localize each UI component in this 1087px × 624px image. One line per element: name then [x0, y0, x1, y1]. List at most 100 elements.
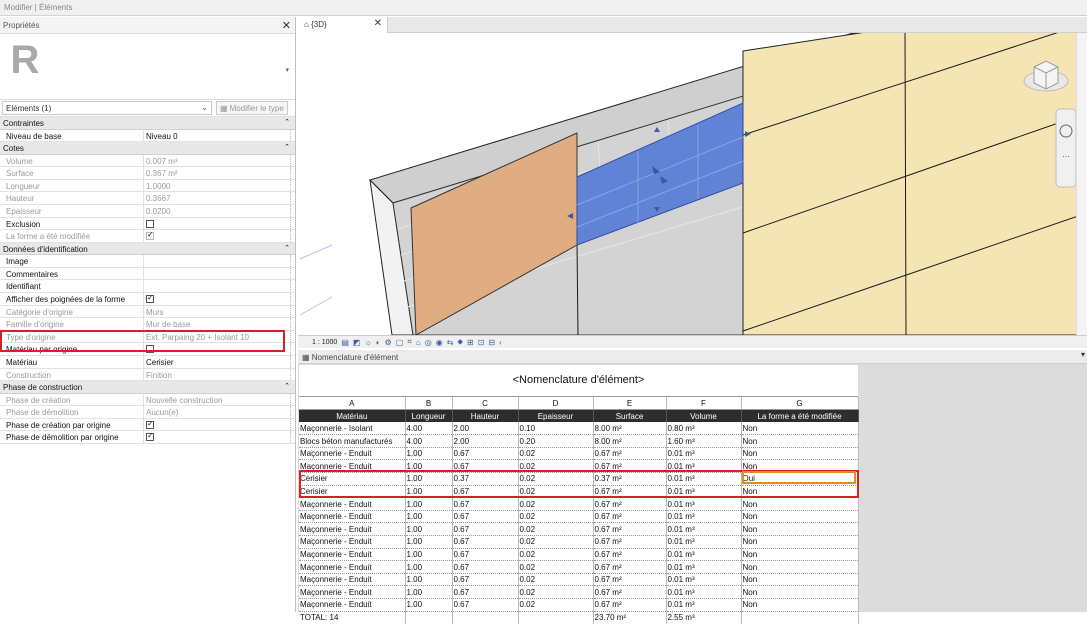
navigation-bar[interactable]: ⋯: [1055, 108, 1077, 188]
table-row-cell[interactable]: 1.00: [405, 447, 453, 461]
table-row-cell[interactable]: 0.01 m³: [666, 497, 742, 511]
table-row-cell[interactable]: 1.00: [405, 522, 453, 537]
table-row-cell[interactable]: Maçonnerie - Enduit: [299, 585, 406, 599]
collapse-icon[interactable]: ⌃: [284, 244, 290, 252]
total-row-cell[interactable]: TOTAL: 14: [299, 611, 406, 624]
total-row-cell[interactable]: [405, 611, 453, 624]
total-row[interactable]: TOTAL: 14 23.70 m² 2.55 m³: [299, 611, 859, 624]
column-letter-row-cell[interactable]: D: [518, 397, 594, 411]
property-value[interactable]: [144, 280, 295, 292]
table-row-cell[interactable]: Maçonnerie - Enduit: [299, 497, 406, 511]
header-row-cell[interactable]: Hauteur: [452, 409, 519, 423]
table-row-cell[interactable]: 2.00: [452, 434, 519, 448]
table-row-cell[interactable]: Non: [741, 548, 859, 562]
column-letter-row-cell[interactable]: C: [452, 397, 519, 411]
table-row-cell[interactable]: 0.67: [452, 585, 519, 599]
header-row-cell[interactable]: Volume: [666, 409, 742, 423]
chevron-down-icon[interactable]: ▾: [285, 66, 289, 74]
schedule-grid[interactable]: A B C D E F G Matériau Longueur Hauteur Epaisseur S…: [299, 397, 859, 624]
table-row-cell[interactable]: 1.00: [405, 573, 453, 587]
table-row-cell[interactable]: 0.01 m³: [666, 535, 742, 549]
table-row-cell[interactable]: 1.00: [405, 497, 453, 511]
table-row[interactable]: Maçonnerie - Enduit 1.00 0.67 0.02 0.67 m² 0.…: [299, 535, 859, 549]
property-checkbox[interactable]: [146, 293, 154, 304]
collapse-icon[interactable]: ⌃: [284, 143, 290, 151]
table-row-cell[interactable]: Maçonnerie - Enduit: [299, 447, 406, 461]
table-row-cell[interactable]: 0.01 m³: [666, 447, 742, 461]
property-checkbox[interactable]: [146, 219, 154, 228]
table-row-cell[interactable]: Maçonnerie - Isolant: [299, 422, 406, 436]
table-row-cell[interactable]: 1.00: [405, 548, 453, 562]
table-row-cell[interactable]: 0.02: [518, 447, 594, 461]
analytical-icon[interactable]: ⊞: [467, 338, 474, 347]
header-row-cell[interactable]: Matériau: [299, 409, 406, 423]
table-row-cell[interactable]: 0.01 m³: [666, 510, 742, 524]
table-row-cell[interactable]: 0.67 m²: [593, 535, 667, 549]
total-row-cell[interactable]: [452, 611, 519, 624]
table-row-cell[interactable]: 0.02: [518, 522, 594, 537]
lock-3d-icon[interactable]: ⌂: [416, 338, 421, 347]
section-header[interactable]: Contraintes ⌃: [0, 117, 295, 130]
highlight-displacement-icon[interactable]: ⊡: [478, 338, 485, 347]
table-row-cell[interactable]: Maçonnerie - Enduit: [299, 510, 406, 524]
close-icon[interactable]: ✕: [282, 19, 291, 32]
table-row-cell[interactable]: 0.67 m²: [593, 585, 667, 599]
table-row-cell[interactable]: Maçonnerie - Enduit: [299, 535, 406, 549]
worksharing-icon[interactable]: ⇆: [447, 338, 454, 347]
property-value[interactable]: [144, 293, 295, 305]
table-row-cell[interactable]: 8.00 m²: [593, 434, 667, 448]
column-letter-row-cell[interactable]: F: [666, 397, 742, 411]
table-row-cell[interactable]: 0.67: [452, 522, 519, 537]
collapse-icon[interactable]: ⌃: [284, 118, 290, 126]
table-row-cell[interactable]: 0.67: [452, 573, 519, 587]
table-row-cell[interactable]: 0.67 m²: [593, 548, 667, 562]
table-row-cell[interactable]: Blocs béton manufacturés: [299, 434, 406, 448]
column-letter-row-cell[interactable]: B: [405, 397, 453, 411]
table-row-cell[interactable]: 0.67 m²: [593, 573, 667, 587]
table-row-cell[interactable]: 0.67: [452, 510, 519, 524]
property-value[interactable]: Niveau 0: [144, 130, 295, 142]
table-row-cell[interactable]: 0.67 m²: [593, 497, 667, 511]
table-row-cell[interactable]: 1.00: [405, 585, 453, 599]
table-row-cell[interactable]: 0.01 m³: [666, 573, 742, 587]
render-icon[interactable]: ⚙: [385, 338, 392, 347]
table-row-cell[interactable]: Non: [741, 447, 859, 461]
table-row[interactable]: Maçonnerie - Enduit 1.00 0.67 0.02 0.67 m² 0.…: [299, 585, 859, 599]
table-row-cell[interactable]: 0.67: [452, 598, 519, 612]
collapse-icon[interactable]: ⌃: [284, 382, 290, 390]
table-row-cell[interactable]: 0.67 m²: [593, 598, 667, 612]
table-row-cell[interactable]: Non: [741, 434, 859, 448]
table-row[interactable]: Maçonnerie - Isolant 4.00 2.00 0.10 8.00 m² 0…: [299, 422, 859, 436]
view-scale[interactable]: 1 : 1000: [312, 339, 337, 346]
table-row-cell[interactable]: Non: [741, 535, 859, 549]
3d-wall-model[interactable]: ⋯: [298, 33, 1087, 335]
property-checkbox[interactable]: [146, 419, 154, 429]
table-row-cell[interactable]: 0.02: [518, 560, 594, 574]
table-row[interactable]: Blocs béton manufacturés 4.00 2.00 0.20 8.00…: [299, 434, 859, 448]
header-row-cell[interactable]: La forme a été modifiée: [741, 409, 859, 423]
property-value[interactable]: [144, 268, 295, 280]
section-header[interactable]: Phase de construction ⌃: [0, 381, 295, 394]
table-row-cell[interactable]: Non: [741, 522, 859, 537]
property-value[interactable]: Cerisier: [144, 356, 295, 368]
table-row-cell[interactable]: Maçonnerie - Enduit: [299, 573, 406, 587]
table-row-cell[interactable]: Maçonnerie - Enduit: [299, 522, 406, 537]
table-row[interactable]: Maçonnerie - Enduit 1.00 0.67 0.02 0.67 m² 0.…: [299, 497, 859, 511]
crop-region-icon[interactable]: ⌗: [407, 337, 412, 347]
table-row-cell[interactable]: Non: [741, 422, 859, 436]
table-row-cell[interactable]: 0.01 m³: [666, 548, 742, 562]
table-row-cell[interactable]: 0.02: [518, 510, 594, 524]
property-value[interactable]: [144, 218, 295, 230]
total-row-cell[interactable]: [741, 611, 859, 624]
shadows-icon[interactable]: ◐: [376, 338, 381, 347]
sun-path-icon[interactable]: ☼: [364, 338, 371, 347]
header-row-cell[interactable]: Surface: [593, 409, 667, 423]
header-row[interactable]: Matériau Longueur Hauteur Epaisseur Surface V…: [299, 409, 859, 423]
column-letter-row-cell[interactable]: E: [593, 397, 667, 411]
table-row-cell[interactable]: 0.02: [518, 535, 594, 549]
table-row-cell[interactable]: Maçonnerie - Enduit: [299, 598, 406, 612]
visual-style-icon[interactable]: ◩: [353, 338, 361, 347]
table-row-cell[interactable]: Maçonnerie - Enduit: [299, 548, 406, 562]
table-row-cell[interactable]: 0.67 m²: [593, 560, 667, 574]
detail-level-icon[interactable]: ▤: [341, 338, 349, 347]
